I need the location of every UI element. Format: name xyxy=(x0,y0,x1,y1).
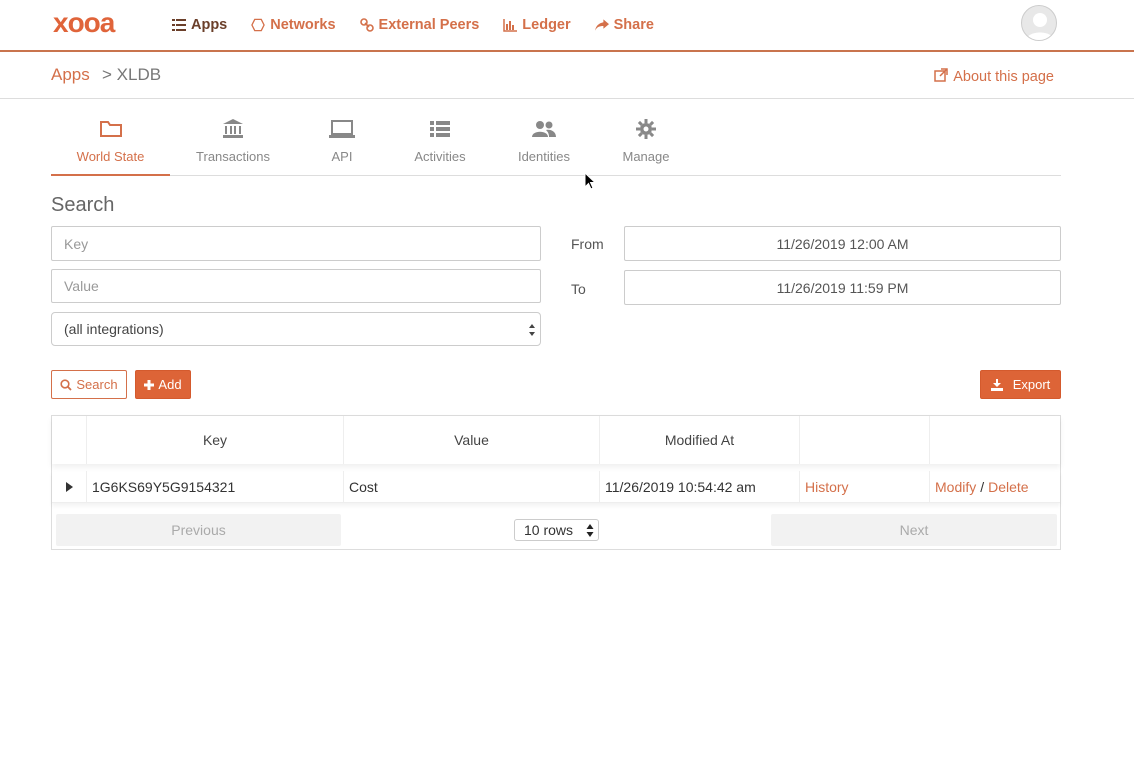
about-page-label: About this page xyxy=(953,69,1054,85)
expand-row-icon[interactable] xyxy=(66,482,73,492)
nav-networks[interactable]: Networks xyxy=(251,17,336,33)
tab-world-state-label: World State xyxy=(76,149,145,164)
table-row: 1G6KS69Y5G9154321 Cost 11/26/2019 10:54:… xyxy=(52,471,1060,503)
add-button[interactable]: Add xyxy=(135,370,191,399)
search-button[interactable]: Search xyxy=(51,370,127,399)
column-header-history xyxy=(800,416,930,464)
external-link-icon xyxy=(934,68,948,86)
add-button-label: Add xyxy=(158,377,182,392)
row-modified-at: 11/26/2019 10:54:42 am xyxy=(600,471,800,503)
about-page-link[interactable]: About this page xyxy=(934,68,1054,86)
mouse-cursor-icon xyxy=(584,172,596,190)
tab-world-state[interactable]: World State xyxy=(51,108,170,176)
previous-page-button[interactable]: Previous xyxy=(56,514,341,546)
tab-api[interactable]: API xyxy=(317,108,367,176)
column-header-value[interactable]: Value xyxy=(344,416,600,464)
results-table: Key Value Modified At 1G6KS69Y5G9154321 … xyxy=(51,415,1061,550)
row-actions-separator: / xyxy=(980,479,985,495)
top-navbar: xooa Apps Networks External Peers Ledger xyxy=(0,0,1134,52)
key-input[interactable]: Key xyxy=(51,226,541,261)
nav-external-peers[interactable]: External Peers xyxy=(359,17,480,33)
table-header: Key Value Modified At xyxy=(52,416,1060,464)
export-button[interactable]: Export xyxy=(980,370,1061,399)
laptop-icon xyxy=(329,118,355,140)
tab-api-label: API xyxy=(331,149,353,164)
from-date-input[interactable]: 11/26/2019 12:00 AM xyxy=(624,226,1061,261)
xooa-logo[interactable]: xooa xyxy=(53,9,145,37)
tab-identities[interactable]: Identities xyxy=(512,108,576,176)
page-size-value: 10 rows xyxy=(524,522,574,538)
search-icon xyxy=(60,378,73,391)
row-expander-cell xyxy=(52,471,87,503)
to-label: To xyxy=(571,281,586,297)
breadcrumb-bar: Apps > XLDB About this page xyxy=(0,52,1134,99)
integration-select[interactable]: (all integrations) xyxy=(51,312,541,346)
tab-activities-label: Activities xyxy=(414,149,466,164)
breadcrumb-apps[interactable]: Apps xyxy=(51,65,90,85)
search-heading: Search xyxy=(51,194,115,216)
column-header-modified-at[interactable]: Modified At xyxy=(600,416,800,464)
column-header-expander xyxy=(52,416,87,464)
download-icon xyxy=(990,378,1003,391)
row-history-link[interactable]: History xyxy=(800,471,930,503)
value-input[interactable]: Value xyxy=(51,269,541,303)
tab-manage-label: Manage xyxy=(622,149,670,164)
nav-ledger-label: Ledger xyxy=(522,17,571,33)
tab-identities-label: Identities xyxy=(517,149,571,164)
page-size-select[interactable]: 10 rows xyxy=(514,519,599,541)
to-date-input[interactable]: 11/26/2019 11:59 PM xyxy=(624,270,1061,305)
integration-select-value: (all integrations) xyxy=(64,321,164,337)
share-icon xyxy=(594,18,609,32)
bar-chart-icon xyxy=(503,18,518,32)
row-value: Cost xyxy=(344,471,600,503)
main-nav: Apps Networks External Peers Ledger Shar… xyxy=(172,0,678,50)
row-delete-link[interactable]: Delete xyxy=(988,479,1028,495)
users-icon xyxy=(532,118,556,140)
folder-icon xyxy=(99,118,122,140)
plus-icon xyxy=(144,379,155,390)
from-label: From xyxy=(571,236,604,252)
gear-icon xyxy=(636,118,656,140)
search-button-label: Search xyxy=(76,377,118,392)
tab-manage[interactable]: Manage xyxy=(617,108,675,176)
tab-transactions-label: Transactions xyxy=(196,149,270,164)
bank-icon xyxy=(222,118,244,140)
link-icon xyxy=(359,18,374,32)
svg-text:xooa: xooa xyxy=(53,9,116,37)
next-page-button[interactable]: Next xyxy=(771,514,1057,546)
nav-apps[interactable]: Apps xyxy=(172,17,227,33)
nav-share[interactable]: Share xyxy=(594,17,654,33)
tab-transactions[interactable]: Transactions xyxy=(182,108,284,176)
hexagon-icon xyxy=(251,18,266,32)
row-key: 1G6KS69Y5G9154321 xyxy=(87,471,344,503)
nav-share-label: Share xyxy=(613,17,654,33)
select-arrows-icon xyxy=(586,524,594,537)
column-header-actions xyxy=(930,416,1060,464)
export-button-label: Export xyxy=(1012,377,1051,392)
tab-activities[interactable]: Activities xyxy=(407,108,473,176)
user-icon xyxy=(1026,13,1054,40)
list-icon xyxy=(172,18,186,32)
select-arrows-icon xyxy=(529,324,535,336)
nav-networks-label: Networks xyxy=(270,17,336,33)
app-tabs: World State Transactions API Activities … xyxy=(51,108,1061,176)
user-avatar[interactable] xyxy=(1021,5,1057,41)
row-actions-cell: Modify / Delete xyxy=(930,471,1060,503)
row-modify-link[interactable]: Modify xyxy=(935,479,976,495)
breadcrumb-current: > XLDB xyxy=(102,65,162,84)
nav-apps-label: Apps xyxy=(191,17,228,33)
column-header-key[interactable]: Key xyxy=(87,416,344,464)
nav-ledger[interactable]: Ledger xyxy=(503,17,571,33)
nav-external-peers-label: External Peers xyxy=(378,17,480,33)
list-icon xyxy=(430,118,450,140)
